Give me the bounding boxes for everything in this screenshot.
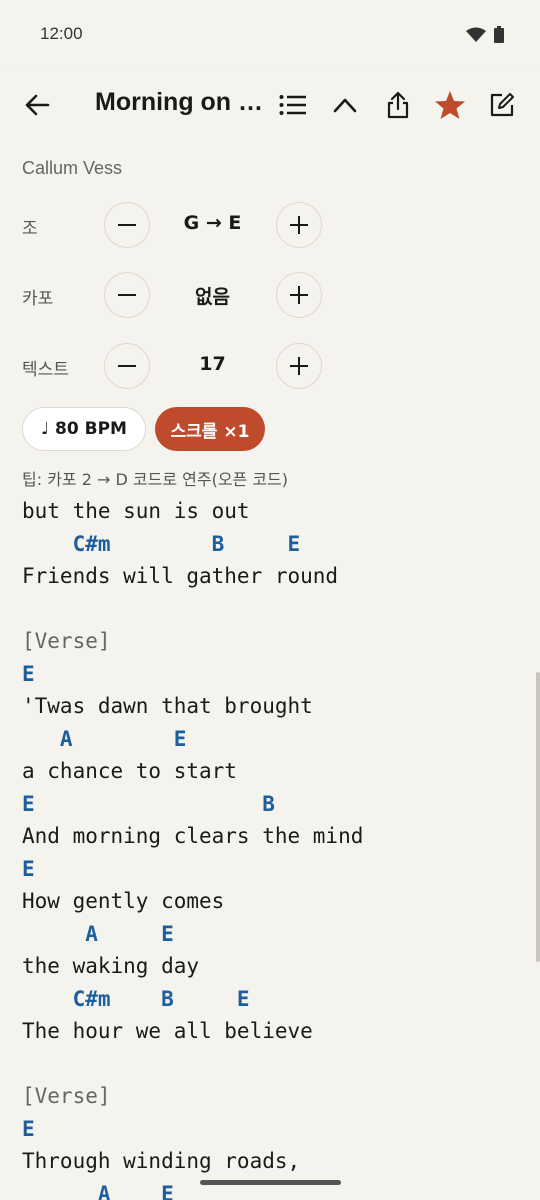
chord-line[interactable]: C#m B E — [22, 983, 363, 1016]
minus-icon — [118, 294, 136, 296]
key-up-button[interactable] — [276, 202, 322, 248]
chord-line[interactable]: A E — [22, 723, 363, 756]
section-header: [Verse] — [22, 629, 111, 653]
key-down-button[interactable] — [104, 202, 150, 248]
lyric-line: Friends will gather round — [22, 564, 339, 588]
edit-button[interactable] — [480, 68, 524, 142]
share-button[interactable] — [376, 68, 420, 142]
section-header: [Verse] — [22, 1084, 111, 1108]
chord-line[interactable]: E — [22, 1113, 363, 1146]
artist-name: Callum Vess — [22, 158, 123, 178]
edit-icon — [490, 93, 514, 117]
lyric-line: the waking day — [22, 954, 200, 978]
favorite-button[interactable] — [428, 68, 472, 142]
key-row: 조 G → E — [0, 200, 540, 250]
plus-icon — [290, 216, 308, 234]
lyric-line: 'Twas dawn that brought — [22, 694, 313, 718]
chord-line[interactable]: E — [22, 658, 363, 691]
autoscroll-label: 스크롤 ×1 — [170, 421, 250, 442]
chord-line[interactable]: A E — [22, 918, 363, 951]
list-button[interactable] — [271, 68, 315, 142]
status-time: 12:00 — [40, 24, 83, 43]
chord-line[interactable]: C#m B E — [22, 528, 363, 561]
back-button[interactable] — [15, 68, 59, 142]
chord-sheet-lines: but the sun is out C#m B E Friends will g… — [22, 498, 363, 1200]
key-label: 조 — [22, 219, 38, 239]
lyric-line: a chance to start — [22, 759, 237, 783]
text-size-up-button[interactable] — [276, 343, 322, 389]
bpm-button[interactable]: ♩ 80 BPM — [22, 407, 146, 451]
lyric-line: And morning clears the mind — [22, 824, 364, 848]
capo-down-button[interactable] — [104, 272, 150, 318]
capo-row: 카포 없음 — [0, 270, 540, 320]
music-note-icon: ♩ — [41, 419, 50, 439]
minus-icon — [118, 365, 136, 367]
chord-line[interactable]: E — [22, 853, 363, 886]
song-controls-panel: Callum Vess 조 G → E 카포 없음 텍스트 17 ♩ 80 BP… — [0, 142, 540, 498]
capo-value: 없음 — [195, 286, 230, 308]
capo-label: 카포 — [22, 289, 54, 309]
collapse-controls-button[interactable] — [323, 68, 367, 142]
chevron-up-icon — [333, 98, 357, 113]
text-size-value: 17 — [199, 353, 226, 375]
chord-sheet[interactable]: but the sun is out C#m B E Friends will g… — [0, 498, 540, 1200]
list-icon — [279, 95, 306, 115]
lyric-line: The hour we all believe — [22, 1019, 313, 1043]
status-bar: 12:00 — [0, 0, 540, 68]
battery-icon — [494, 26, 504, 43]
text-size-label: 텍스트 — [22, 360, 69, 380]
wifi-icon — [466, 27, 486, 42]
plus-icon — [290, 357, 308, 375]
plus-icon — [290, 286, 308, 304]
bpm-label: 80 BPM — [55, 419, 127, 439]
top-app-bar: Morning on the Road — [0, 68, 540, 143]
share-icon — [387, 91, 409, 119]
chord-line[interactable]: E B — [22, 788, 363, 821]
scrollbar[interactable] — [536, 672, 540, 962]
status-icons — [466, 26, 504, 43]
capo-tip: 팁: 카포 2 → D 코드로 연주(오픈 코드) — [22, 470, 289, 489]
gesture-nav-bar[interactable] — [200, 1180, 341, 1185]
song-title: Morning on the Road — [95, 88, 267, 116]
key-value: G → E — [183, 212, 242, 234]
text-size-down-button[interactable] — [104, 343, 150, 389]
capo-up-button[interactable] — [276, 272, 322, 318]
autoscroll-button[interactable]: 스크롤 ×1 — [155, 407, 265, 451]
text-size-row: 텍스트 17 — [0, 341, 540, 391]
lyric-line: but the sun is out — [22, 499, 250, 523]
back-arrow-icon — [25, 94, 50, 116]
star-icon — [435, 91, 465, 119]
lyric-line: How gently comes — [22, 889, 225, 913]
lyric-line: Through winding roads, — [22, 1149, 301, 1173]
minus-icon — [118, 224, 136, 226]
